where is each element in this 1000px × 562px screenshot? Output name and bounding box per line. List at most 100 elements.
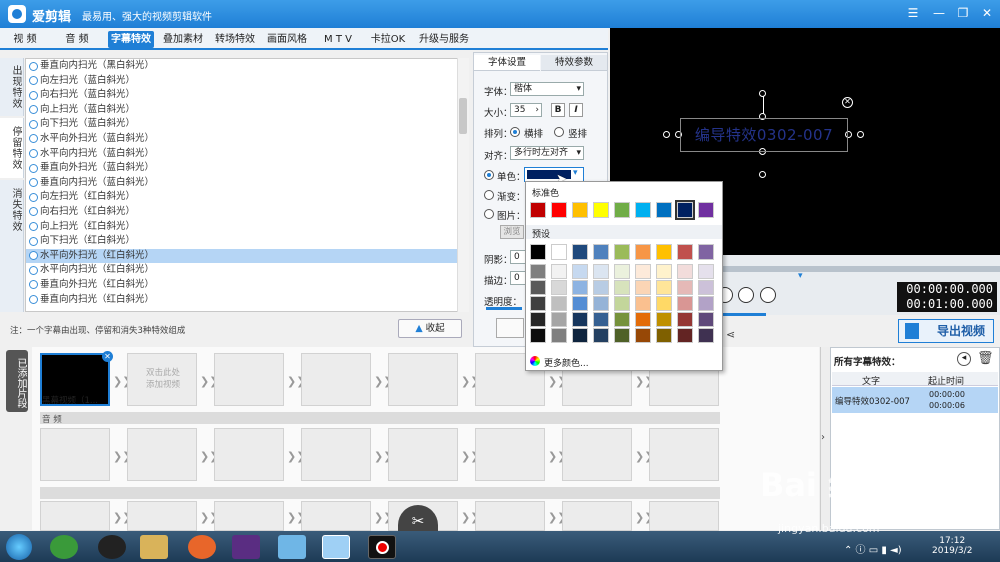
list-item[interactable]: 垂直向外扫光（红白斜光） (26, 278, 468, 293)
empty-clip-slot[interactable] (649, 428, 719, 481)
color-swatch[interactable] (551, 296, 567, 311)
color-swatch[interactable] (593, 312, 609, 327)
color-swatch[interactable] (635, 202, 651, 218)
list-item[interactable]: 向右扫光（红白斜光） (26, 205, 468, 220)
empty-clip-slot[interactable] (214, 428, 284, 481)
color-swatch[interactable] (635, 328, 651, 343)
color-swatch[interactable] (698, 264, 714, 279)
transition-arrow-icon[interactable]: ❯❯ (374, 451, 392, 462)
resize-handle[interactable] (759, 90, 766, 97)
caption-text-box[interactable]: 编导特效0302-007 (680, 118, 848, 152)
color-swatch[interactable] (614, 264, 630, 279)
italic-button[interactable]: I (569, 103, 583, 117)
list-item[interactable]: 水平向外扫光（红白斜光） (26, 248, 468, 264)
color-swatch[interactable] (530, 244, 546, 260)
empty-clip-slot[interactable] (127, 501, 197, 531)
transition-arrow-icon[interactable]: ❯❯ (374, 376, 392, 387)
notes-app-icon[interactable] (278, 535, 306, 559)
color-swatch[interactable] (614, 328, 630, 343)
shadow-input[interactable]: 0 (510, 250, 526, 264)
transition-arrow-icon[interactable]: ❯❯ (113, 451, 131, 462)
list-item[interactable]: 水平向内扫光（红白斜光） (26, 263, 468, 278)
transition-arrow-icon[interactable]: ❯❯ (113, 512, 131, 523)
list-item[interactable]: 向左扫光（红白斜光） (26, 190, 468, 205)
list-item[interactable]: 垂直向外扫光（蓝白斜光） (26, 161, 468, 176)
rewind-button[interactable] (738, 287, 754, 303)
chevron-right-icon[interactable]: › (821, 432, 825, 443)
color-swatch[interactable] (656, 280, 672, 295)
transition-arrow-icon[interactable]: ❯❯ (287, 451, 305, 462)
color-swatch[interactable] (656, 202, 672, 218)
color-swatch[interactable] (593, 296, 609, 311)
seek-track[interactable] (720, 266, 1000, 272)
list-item[interactable]: 向下扫光（蓝白斜光） (26, 117, 468, 132)
stroke-input[interactable]: 0 (510, 271, 526, 285)
solid-color-radio[interactable] (484, 170, 494, 180)
color-swatch[interactable] (593, 280, 609, 295)
empty-clip-slot[interactable] (388, 428, 458, 481)
menu-audio[interactable]: 音 频 (57, 31, 97, 48)
color-swatch[interactable] (656, 312, 672, 327)
close-icon[interactable]: ✕ (978, 5, 996, 21)
more-colors-link[interactable]: 更多颜色... (544, 356, 589, 369)
expand-icon[interactable]: ▾ (798, 271, 803, 281)
tab-font-settings[interactable]: 字体设置 (474, 55, 540, 71)
color-swatch[interactable] (677, 244, 693, 260)
table-row[interactable]: 编导特效0302-007 00:00:00 00:00:06 (832, 387, 998, 413)
transition-arrow-icon[interactable]: ❯❯ (548, 376, 566, 387)
empty-clip-slot[interactable] (562, 501, 632, 531)
list-item[interactable]: 向上扫光（蓝白斜光） (26, 103, 468, 118)
remove-clip-icon[interactable]: ✕ (102, 351, 113, 362)
transition-arrow-icon[interactable]: ❯❯ (461, 451, 479, 462)
color-swatch[interactable] (572, 328, 588, 343)
menu-mtv[interactable]: M T V (316, 31, 360, 48)
color-swatch[interactable] (677, 312, 693, 327)
color-swatch[interactable] (572, 296, 588, 311)
menu-video[interactable]: 视 频 (6, 31, 44, 48)
color-swatch[interactable] (551, 202, 567, 218)
color-swatch[interactable] (551, 312, 567, 327)
color-swatch[interactable] (698, 280, 714, 295)
empty-clip-slot[interactable] (562, 428, 632, 481)
list-item[interactable]: 垂直向内扫光（黑白斜光） (26, 59, 468, 74)
color-swatch[interactable] (635, 280, 651, 295)
transition-arrow-icon[interactable]: ❯❯ (113, 376, 131, 387)
color-swatch[interactable] (614, 202, 630, 218)
transition-arrow-icon[interactable]: ❯❯ (374, 512, 392, 523)
menu-transitions[interactable]: 转场特效 (212, 31, 258, 48)
color-swatch[interactable] (698, 328, 714, 343)
align-select[interactable]: 多行时左对齐 ▾ (510, 146, 584, 160)
empty-clip-slot[interactable] (301, 428, 371, 481)
color-swatch[interactable] (698, 202, 714, 218)
empty-clip-slot[interactable] (127, 428, 197, 481)
color-swatch[interactable] (572, 202, 588, 218)
scrollbar-thumb[interactable] (459, 98, 467, 134)
recorder-icon[interactable] (368, 535, 396, 559)
list-item[interactable]: 向右扫光（蓝白斜光） (26, 88, 468, 103)
color-swatch[interactable] (551, 328, 567, 343)
add-video-hint[interactable]: 双击此处 添加视频 (128, 367, 198, 391)
color-swatch[interactable] (530, 296, 546, 311)
color-swatch[interactable] (593, 328, 609, 343)
menu-subtitle-effects[interactable]: 字幕特效 (108, 31, 154, 48)
transition-arrow-icon[interactable]: ❯❯ (200, 451, 218, 462)
list-item[interactable]: 向下扫光（红白斜光） (26, 234, 468, 249)
color-swatch[interactable] (677, 328, 693, 343)
color-swatch[interactable] (656, 328, 672, 343)
color-swatch[interactable] (635, 296, 651, 311)
color-swatch[interactable] (551, 244, 567, 260)
color-swatch[interactable] (530, 328, 546, 343)
color-swatch[interactable] (530, 280, 546, 295)
color-swatch[interactable] (698, 244, 714, 260)
share-icon[interactable]: ⋖ (726, 328, 735, 341)
app-icon-green[interactable] (50, 535, 78, 559)
empty-clip-slot[interactable] (40, 428, 110, 481)
empty-clip-slot[interactable] (388, 353, 458, 406)
transition-arrow-icon[interactable]: ❯❯ (635, 451, 653, 462)
menu-upgrade[interactable]: 升级与服务 (416, 31, 472, 48)
resize-handle[interactable] (759, 171, 766, 178)
color-swatch[interactable] (656, 244, 672, 260)
color-swatch[interactable] (677, 280, 693, 295)
tab-appear-effects[interactable]: 出现特效 (0, 58, 24, 116)
color-swatch[interactable] (530, 202, 546, 218)
